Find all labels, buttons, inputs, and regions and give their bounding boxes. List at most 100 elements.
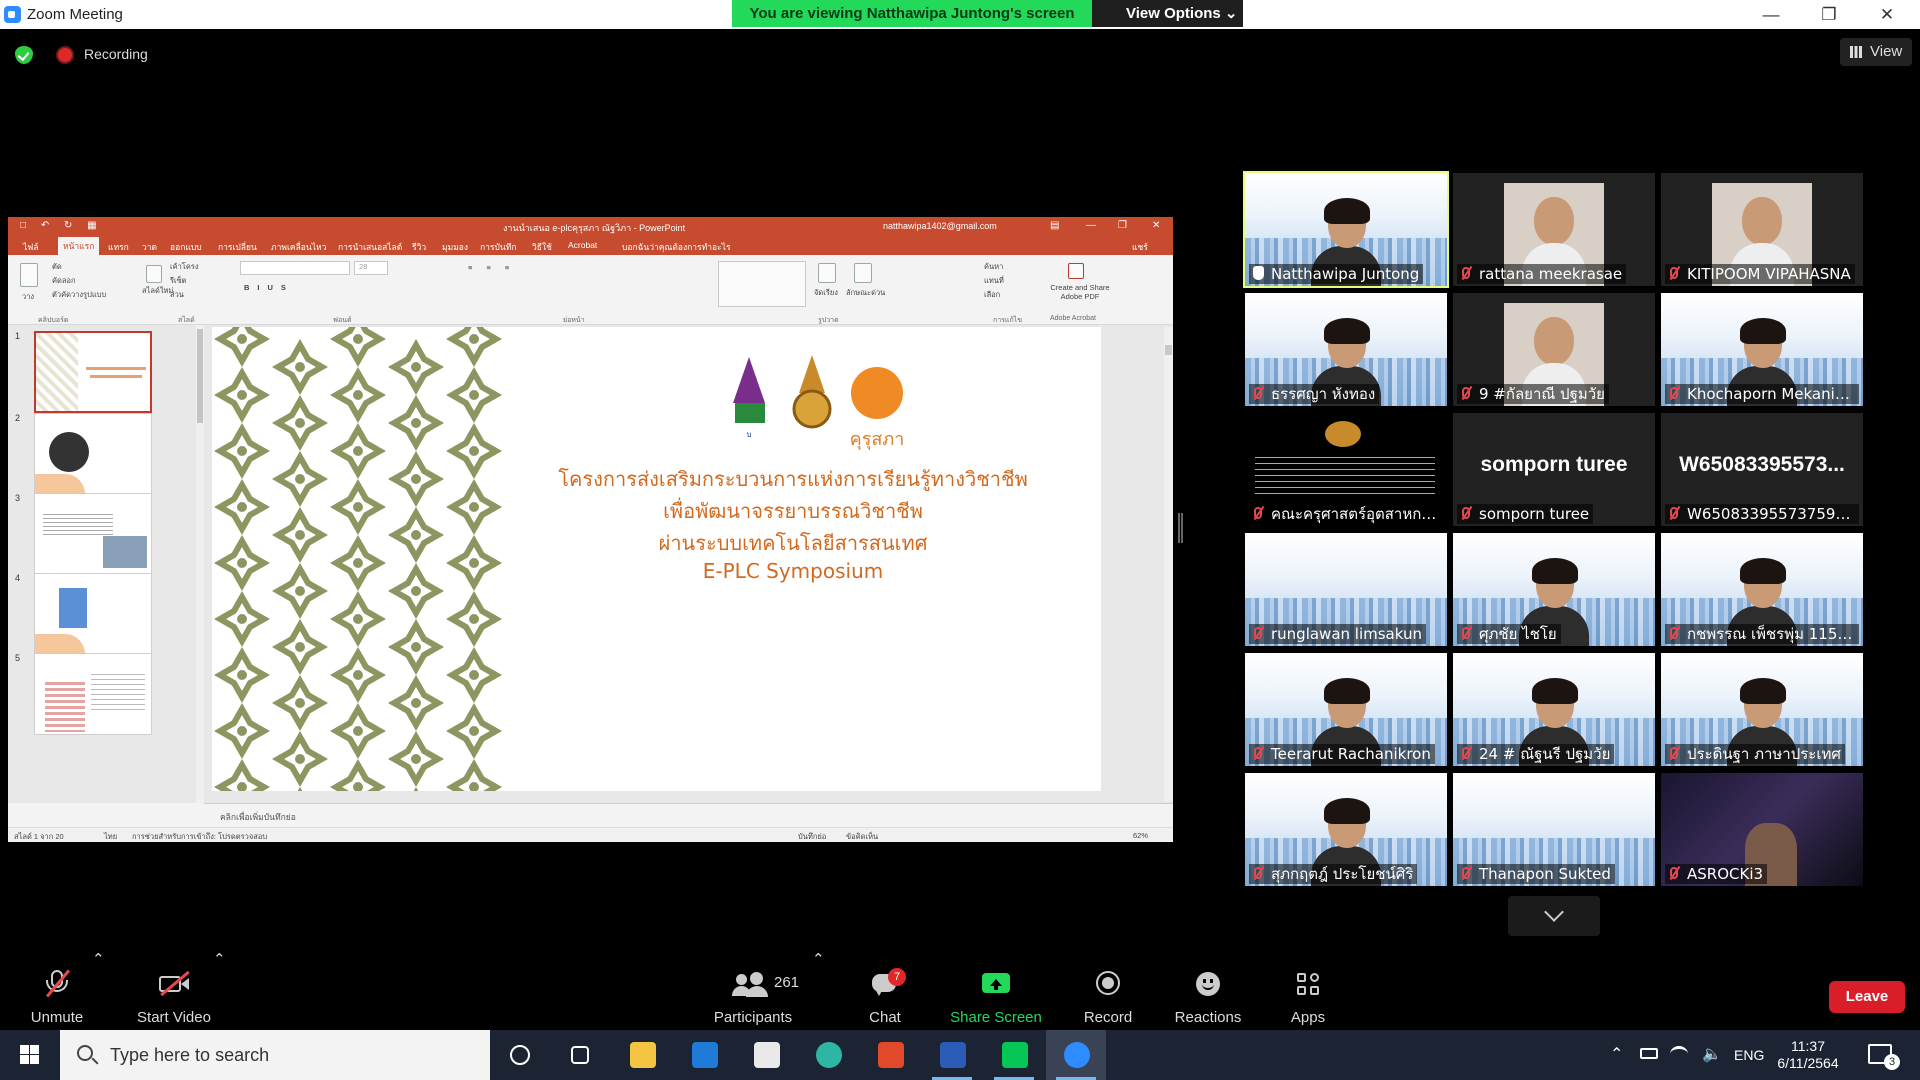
participant-name: Khochaporn Mekanimi... [1687,385,1859,403]
view-button[interactable]: View [1840,38,1912,66]
ornament-motif [336,709,380,753]
taskbar-mail[interactable] [674,1030,734,1080]
ppt-tab-active: หน้าแรก [58,237,100,255]
participant-tile[interactable]: somporn turee somporn turee [1453,413,1655,526]
new-slide-label: สไลด์ใหม่ [142,286,174,295]
participant-name-label: Natthawipa Juntong [1249,264,1424,284]
participant-tile[interactable]: Thanapon Sukted [1453,773,1655,886]
ppt-minimize-icon: — [1086,220,1096,231]
minimize-button[interactable]: — [1742,0,1800,29]
taskbar-file-explorer[interactable] [612,1030,672,1080]
reactions-button[interactable]: Reactions [1164,950,1252,1030]
taskbar-clock[interactable]: 11:37 6/11/2564 [1768,1038,1848,1072]
select-label: เลือก [984,290,1001,299]
smiley-icon [1193,970,1223,998]
ppt-tab: Acrobat [568,240,598,250]
taskbar-line[interactable] [984,1030,1044,1080]
chat-badge: 7 [888,968,906,986]
panel-splitter[interactable] [1178,513,1183,543]
ornament-motif [220,765,264,791]
ornament-motif [220,373,264,417]
record-button[interactable]: Record [1070,950,1146,1030]
ornament-motif [336,429,380,473]
view-options-button[interactable]: View Options ⌄ [1092,0,1243,27]
participant-tile[interactable]: Natthawipa Juntong [1243,171,1449,288]
participant-tile[interactable]: KITIPOOM VIPAHASNA [1661,173,1863,286]
participant-name: W6508339557375973... [1687,505,1859,523]
participant-name-label: กชพรรณ เพ็ชรพุ่ม 1159... [1665,624,1859,644]
leave-button[interactable]: Leave [1829,981,1905,1013]
font-format-buttons: BIUS [244,283,294,292]
video-options-caret[interactable]: ⌃ [213,950,226,1030]
microphone-muted-icon [1462,507,1470,519]
ornament-motif [220,327,264,361]
ornament-motif [220,485,264,529]
chat-button[interactable]: 7 Chat [860,950,910,1030]
participant-name: runglawan limsakun [1271,625,1422,643]
input-language[interactable]: ENG [1734,1047,1764,1063]
apps-button[interactable]: Apps [1270,950,1346,1030]
ppt-share: แชร์ [1132,242,1148,252]
ppt-tab: ภาพเคลื่อนไหว [271,242,327,252]
unmute-button[interactable]: Unmute [18,950,96,1030]
battery-icon[interactable] [1640,1048,1658,1059]
start-video-label: Start Video [137,1009,211,1026]
section-label: ส่วน [170,290,184,299]
taskbar-store[interactable] [736,1030,796,1080]
notification-center-button[interactable]: 3 [1868,1044,1900,1070]
ornament-motif [394,345,438,389]
font-size-box: 28 [354,261,388,275]
ppt-status-bar: สไลด์ 1 จาก 20 ไทย การช่วยสำหรับการเข้าถ… [8,827,1173,842]
file-explorer-icon [630,1042,656,1068]
taskbar-zoom[interactable] [1046,1030,1106,1080]
participant-tile[interactable]: คณะครุศาสตร์อุตสาหกรรม มห... [1245,413,1447,526]
taskbar-word[interactable] [922,1030,982,1080]
participant-tile[interactable]: สุภกฤตฎ์ ประโยชน์ศิริ [1245,773,1447,886]
microphone-muted-icon [42,969,72,998]
participant-tile[interactable]: ธรรศญา หังทอง [1245,293,1447,406]
cut-label: ตัด [52,262,62,271]
participant-tile[interactable]: ศุภชัย ไชโย [1453,533,1655,646]
participants-button[interactable]: 261 Participants [706,950,800,1030]
participant-tile[interactable]: กชพรรณ เพ็ชรพุ่ม 1159... [1661,533,1863,646]
taskbar-edge[interactable] [798,1030,858,1080]
zoom-app-icon [4,6,21,23]
restore-button[interactable]: ❐ [1800,0,1858,29]
participant-tile[interactable]: W65083395573... W6508339557375973... [1661,413,1863,526]
participant-tile[interactable]: 24 # ณัฐนรี ปฐมวัย [1453,653,1655,766]
participant-name-label: Thanapon Sukted [1457,864,1615,884]
start-video-button[interactable]: Start Video [128,950,220,1030]
windows-start-button[interactable] [0,1030,58,1080]
participant-tile[interactable]: rattana meekrasae [1453,173,1655,286]
slide-thumb [34,653,152,735]
taskbar-search-box[interactable]: Type here to search [60,1030,490,1080]
ornament-motif [278,457,322,501]
participant-tile[interactable]: runglawan limsakun [1245,533,1447,646]
share-screen-button[interactable]: Share Screen [946,950,1046,1030]
task-view-button[interactable] [550,1030,610,1080]
participant-tile[interactable]: 9 #กัลยาณี ปฐมวัย [1453,293,1655,406]
gallery-next-page-button[interactable] [1508,896,1600,936]
ornament-motif [452,765,496,791]
network-icon[interactable] [1670,1046,1688,1062]
clock-time: 11:37 [1791,1038,1825,1054]
taskbar-office[interactable] [860,1030,920,1080]
participant-tile[interactable]: Khochaporn Mekanimi... [1661,293,1863,406]
shared-screen-powerpoint: □ ↶ ↻ ▦ งานนำเสนอ e-plcคุรุสภา ณัฐวิภา -… [8,217,1173,842]
cortana-button[interactable] [490,1030,550,1080]
participant-name: 24 # ณัฐนรี ปฐมวัย [1479,745,1611,763]
clock-date: 6/11/2564 [1777,1055,1839,1071]
participant-tile[interactable]: ประดินฐา ภาษาประเทศ [1661,653,1863,766]
audio-options-caret[interactable]: ⌃ [92,950,105,1030]
tray-chevron-icon[interactable]: ⌃ [1610,1044,1623,1064]
close-button[interactable]: ✕ [1858,0,1916,29]
microphone-muted-icon [1254,627,1262,639]
participant-tile[interactable]: Teerarut Rachanikron [1245,653,1447,766]
participants-options-caret[interactable]: ⌃ [812,950,825,1030]
participant-tile[interactable]: ASROCKi3 [1661,773,1863,886]
volume-icon[interactable]: 🔈 [1702,1044,1722,1064]
share-screen-label: Share Screen [950,1009,1042,1026]
participant-name-label: Khochaporn Mekanimi... [1665,384,1859,404]
ppt-tab: ไฟล์ [23,242,39,252]
shield-check-icon[interactable] [15,46,33,64]
